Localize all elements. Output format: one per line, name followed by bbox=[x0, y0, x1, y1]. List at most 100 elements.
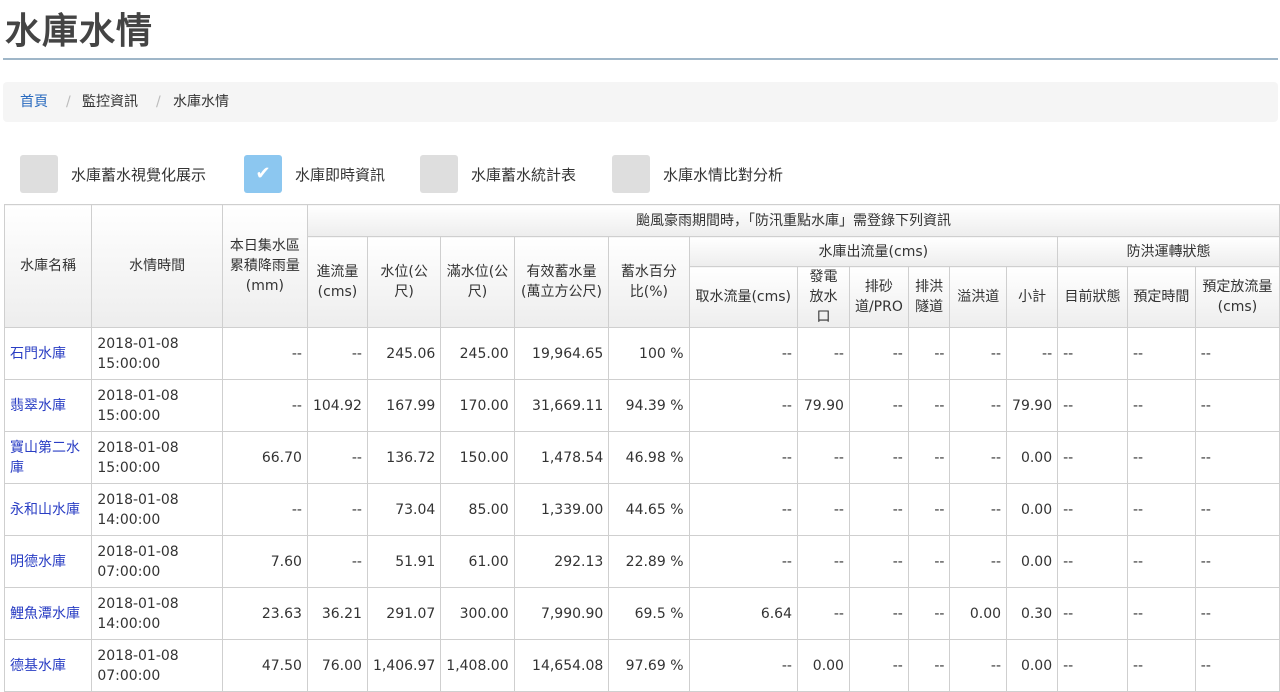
tab-comparison[interactable]: 水庫水情比對分析 bbox=[663, 164, 783, 185]
intake-cell: -- bbox=[688, 327, 798, 380]
subtotal-cell: 0.00 bbox=[1006, 535, 1059, 588]
full-level-cell: 170.00 bbox=[440, 379, 515, 432]
inflow-cell: -- bbox=[306, 327, 368, 380]
full-level-cell: 300.00 bbox=[440, 587, 515, 640]
observation-time: 2018-01-08 14:00:00 bbox=[91, 587, 223, 640]
spillway-cell: -- bbox=[949, 639, 1008, 692]
observation-clock: 14:00:00 bbox=[97, 615, 161, 632]
rain-cell: -- bbox=[221, 483, 308, 536]
subtotal-cell: -- bbox=[1006, 327, 1059, 380]
full-level-cell: 245.00 bbox=[440, 327, 515, 380]
flood-tunnel-cell: -- bbox=[907, 535, 951, 588]
power-cell: -- bbox=[796, 431, 850, 484]
intake-cell: -- bbox=[688, 379, 798, 432]
observation-clock: 14:00:00 bbox=[97, 511, 161, 528]
header-subtotal: 小計 bbox=[1006, 266, 1059, 328]
breadcrumb-monitoring[interactable]: 監控資訊 bbox=[82, 82, 138, 122]
flood-tunnel-cell: -- bbox=[907, 587, 951, 640]
rain-cell: 7.60 bbox=[221, 535, 308, 588]
percent-cell: 44.65 % bbox=[608, 483, 690, 536]
tab-statistics-checkbox[interactable] bbox=[420, 155, 458, 193]
observation-time: 2018-01-08 07:00:00 bbox=[91, 639, 223, 692]
reservoir-name-link[interactable]: 翡翠水庫 bbox=[3, 379, 93, 432]
reservoir-table: 水庫名稱 水情時間 本日集水區累積降雨量(mm) 颱風豪雨期間時，「防汛重點水庫… bbox=[3, 204, 1280, 692]
header-spillway: 溢洪道 bbox=[949, 266, 1008, 328]
subtotal-cell: 0.30 bbox=[1006, 587, 1059, 640]
header-current-status: 目前狀態 bbox=[1057, 266, 1128, 328]
breadcrumb-separator: / bbox=[156, 94, 161, 110]
breadcrumb-home-link[interactable]: 首頁 bbox=[20, 82, 48, 122]
observation-clock: 15:00:00 bbox=[97, 355, 161, 372]
power-cell: 0.00 bbox=[796, 639, 850, 692]
observation-date: 2018-01-08 bbox=[97, 595, 179, 612]
table-row: 永和山水庫 2018-01-08 14:00:00 -- -- 73.04 85.… bbox=[3, 483, 1280, 536]
header-sand: 排砂道/PRO bbox=[848, 266, 909, 328]
header-scheduled-time: 預定時間 bbox=[1126, 266, 1196, 328]
intake-cell: -- bbox=[688, 431, 798, 484]
intake-cell: -- bbox=[688, 535, 798, 588]
storage-cell: 31,669.11 bbox=[513, 379, 610, 432]
intake-cell: 6.64 bbox=[688, 587, 798, 640]
spillway-cell: -- bbox=[949, 379, 1008, 432]
power-cell: -- bbox=[796, 587, 850, 640]
storage-cell: 7,990.90 bbox=[513, 587, 610, 640]
sand-cell: -- bbox=[848, 639, 909, 692]
table-row: 翡翠水庫 2018-01-08 15:00:00 -- 104.92 167.99… bbox=[3, 379, 1280, 432]
full-level-cell: 85.00 bbox=[440, 483, 515, 536]
observation-time: 2018-01-08 15:00:00 bbox=[91, 431, 223, 484]
view-tabs: 水庫蓄水視覺化展示 ✔ 水庫即時資訊 水庫蓄水統計表 水庫水情比對分析 bbox=[0, 152, 1280, 196]
percent-cell: 69.5 % bbox=[608, 587, 690, 640]
percent-cell: 94.39 % bbox=[608, 379, 690, 432]
power-cell: -- bbox=[796, 535, 850, 588]
level-cell: 245.06 bbox=[366, 327, 442, 380]
spillway-cell: -- bbox=[949, 535, 1008, 588]
storage-cell: 14,654.08 bbox=[513, 639, 610, 692]
header-storage: 有效蓄水量(萬立方公尺) bbox=[513, 236, 610, 328]
inflow-cell: -- bbox=[306, 535, 368, 588]
reservoir-name-link[interactable]: 明德水庫 bbox=[3, 535, 93, 588]
rain-cell: -- bbox=[221, 379, 308, 432]
header-rain: 本日集水區累積降雨量(mm) bbox=[221, 204, 308, 328]
subtotal-cell: 0.00 bbox=[1006, 483, 1059, 536]
tab-realtime[interactable]: 水庫即時資訊 bbox=[295, 164, 385, 185]
level-cell: 73.04 bbox=[366, 483, 442, 536]
spillway-cell: -- bbox=[949, 431, 1008, 484]
reservoir-name-link[interactable]: 永和山水庫 bbox=[3, 483, 93, 536]
reservoir-name-link[interactable]: 石門水庫 bbox=[3, 327, 93, 380]
level-cell: 1,406.97 bbox=[366, 639, 442, 692]
reservoir-name-link[interactable]: 鯉魚潭水庫 bbox=[3, 587, 93, 640]
status-cell: -- bbox=[1057, 639, 1128, 692]
level-cell: 136.72 bbox=[366, 431, 442, 484]
percent-cell: 46.98 % bbox=[608, 431, 690, 484]
level-cell: 51.91 bbox=[366, 535, 442, 588]
tab-visualization[interactable]: 水庫蓄水視覺化展示 bbox=[71, 164, 206, 185]
storage-cell: 1,478.54 bbox=[513, 431, 610, 484]
rain-cell: 47.50 bbox=[221, 639, 308, 692]
observation-date: 2018-01-08 bbox=[97, 387, 179, 404]
tab-statistics[interactable]: 水庫蓄水統計表 bbox=[471, 164, 576, 185]
status-cell: -- bbox=[1057, 483, 1128, 536]
percent-cell: 22.89 % bbox=[608, 535, 690, 588]
flood-tunnel-cell: -- bbox=[907, 483, 951, 536]
observation-time: 2018-01-08 07:00:00 bbox=[91, 535, 223, 588]
power-cell: -- bbox=[796, 483, 850, 536]
header-outflow-group: 水庫出流量(cms) bbox=[688, 236, 1059, 267]
header-level: 水位(公尺) bbox=[366, 236, 442, 328]
subtotal-cell: 0.00 bbox=[1006, 431, 1059, 484]
scheduled-time-cell: -- bbox=[1126, 587, 1196, 640]
reservoir-name-link[interactable]: 寶山第二水庫 bbox=[3, 431, 93, 484]
observation-clock: 07:00:00 bbox=[97, 667, 161, 684]
scheduled-time-cell: -- bbox=[1126, 483, 1196, 536]
power-cell: 79.90 bbox=[796, 379, 850, 432]
tab-visualization-checkbox[interactable] bbox=[20, 155, 58, 193]
tab-comparison-checkbox[interactable] bbox=[612, 155, 650, 193]
observation-clock: 15:00:00 bbox=[97, 459, 161, 476]
tab-realtime-checkbox[interactable]: ✔ bbox=[244, 155, 282, 193]
reservoir-name-link[interactable]: 德基水庫 bbox=[3, 639, 93, 692]
table-row: 明德水庫 2018-01-08 07:00:00 7.60 -- 51.91 61… bbox=[3, 535, 1280, 588]
storage-cell: 19,964.65 bbox=[513, 327, 610, 380]
table-row: 寶山第二水庫 2018-01-08 15:00:00 66.70 -- 136.7… bbox=[3, 431, 1280, 484]
header-flood-tunnel: 排洪隧道 bbox=[907, 266, 951, 328]
percent-cell: 100 % bbox=[608, 327, 690, 380]
observation-clock: 15:00:00 bbox=[97, 407, 161, 424]
